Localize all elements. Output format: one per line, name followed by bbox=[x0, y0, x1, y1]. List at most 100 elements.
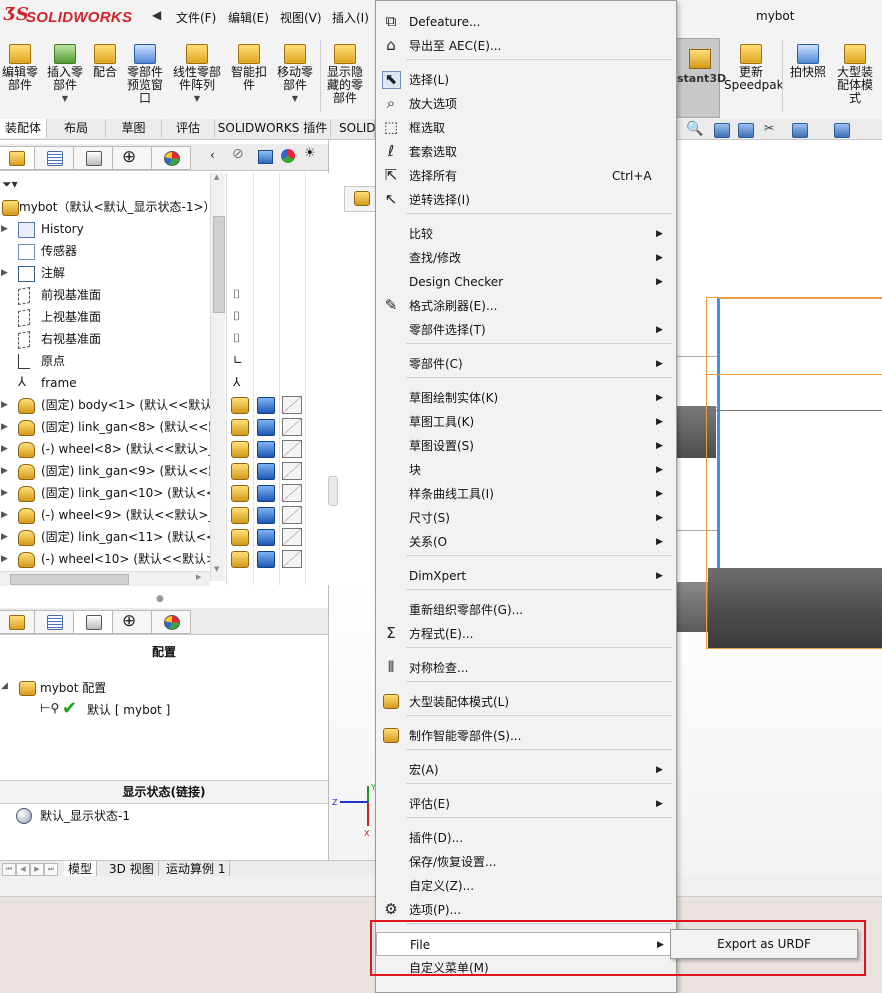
menu-item[interactable]: 关系(O ▶ bbox=[376, 530, 676, 554]
display-mode-icon[interactable] bbox=[257, 397, 275, 414]
menu-item[interactable]: ⌕ 放大选项 bbox=[376, 92, 676, 116]
menu-item[interactable]: File ▶ bbox=[376, 932, 676, 956]
menu-item[interactable]: 插件(D)... bbox=[376, 826, 676, 850]
menu-item[interactable]: 自定义(Z)... bbox=[376, 874, 676, 898]
tab-featuremanager[interactable] bbox=[0, 610, 36, 634]
hide-show-toggle-icon[interactable] bbox=[231, 441, 249, 458]
menu-edit[interactable]: 编辑(E) bbox=[228, 9, 269, 26]
tab-evaluate[interactable]: 评估 bbox=[162, 119, 215, 138]
expand-arrow-icon[interactable]: ▶ bbox=[1, 504, 8, 526]
hide-show-toggle-icon[interactable] bbox=[231, 419, 249, 436]
appearance-cube-icon[interactable] bbox=[258, 150, 273, 164]
origin-icon[interactable]: ∟ bbox=[233, 353, 243, 367]
hide-show-toggle-icon[interactable] bbox=[231, 551, 249, 568]
solidworks-logo[interactable]: ƷS SOLIDWORKS bbox=[4, 4, 146, 30]
show-hidden-components-button[interactable]: 显示隐 藏的零 部件 bbox=[323, 34, 367, 105]
scroll-right-icon[interactable]: ▶ bbox=[196, 573, 201, 581]
previous-view-icon[interactable] bbox=[714, 123, 730, 138]
expand-arrow-icon[interactable]: ▶ bbox=[1, 438, 8, 460]
transparency-icon[interactable] bbox=[282, 396, 302, 414]
menu-item[interactable]: 草图工具(K) ▶ bbox=[376, 410, 676, 434]
tree-item[interactable]: ▶ 注解 bbox=[0, 262, 210, 284]
chevron-left-icon[interactable]: ‹ bbox=[210, 148, 215, 162]
appearance-sphere-icon[interactable] bbox=[281, 149, 295, 163]
menu-expand-arrow-icon[interactable]: ◀ bbox=[152, 8, 161, 22]
menu-item[interactable]: ⇱ 选择所有 Ctrl+A bbox=[376, 164, 676, 188]
menu-item[interactable]: 零部件(C) ▶ bbox=[376, 352, 676, 376]
display-mode-icon[interactable] bbox=[257, 507, 275, 524]
expand-arrow-icon[interactable]: ▶ bbox=[1, 548, 8, 570]
tree-item[interactable]: ▶ (-) wheel<10> (默认<<默认>_ bbox=[0, 548, 210, 570]
tab-sketch[interactable]: 草图 bbox=[106, 119, 162, 138]
large-assembly-mode-button[interactable]: 大型装 配体模 式 bbox=[834, 34, 876, 105]
tree-item[interactable]: 原点 bbox=[0, 350, 210, 372]
display-mode-icon[interactable] bbox=[257, 463, 275, 480]
tree-item[interactable]: 前视基准面 bbox=[0, 284, 210, 306]
menu-item[interactable]: ⬉ 选择(L) bbox=[376, 68, 676, 92]
transparency-icon[interactable] bbox=[282, 484, 302, 502]
tree-item[interactable]: ▶ (固定) link_gan<11> (默认<<默 bbox=[0, 526, 210, 548]
menu-item[interactable]: 保存/恢复设置... bbox=[376, 850, 676, 874]
menu-item[interactable]: ⚙ 选项(P)... bbox=[376, 898, 676, 922]
view-orientation-icon[interactable] bbox=[792, 123, 808, 138]
tab-3d-view[interactable]: 3D 视图 bbox=[105, 861, 159, 877]
export-as-urdf-item[interactable]: Export as URDF bbox=[673, 932, 855, 956]
display-mode-icon[interactable] bbox=[257, 529, 275, 546]
scrollbar-thumb[interactable] bbox=[10, 574, 129, 585]
menu-item[interactable]: 样条曲线工具(I) ▶ bbox=[376, 482, 676, 506]
menu-file[interactable]: 文件(F) bbox=[176, 9, 216, 26]
tree-item[interactable]: ▶ History bbox=[0, 218, 210, 240]
menu-item[interactable]: ⌂ 导出至 AEC(E)... bbox=[376, 34, 676, 58]
transparency-icon[interactable] bbox=[282, 506, 302, 524]
section-view-icon[interactable] bbox=[738, 123, 754, 138]
tab-configurationmanager[interactable] bbox=[73, 610, 113, 634]
scene-icon[interactable]: ☀ bbox=[304, 146, 316, 161]
component-preview-button[interactable]: 零部件 预览窗 口 bbox=[124, 34, 166, 105]
tree-item[interactable]: 上视基准面 bbox=[0, 306, 210, 328]
menu-item[interactable]: ℓ 套索选取 bbox=[376, 140, 676, 164]
edit-component-button[interactable]: 编辑零 部件 bbox=[0, 34, 40, 92]
tab-model[interactable]: 模型 bbox=[64, 861, 98, 877]
tree-item[interactable]: ▶ (固定) link_gan<10> (默认<<默 bbox=[0, 482, 210, 504]
menu-item[interactable]: 零部件选择(T) ▶ bbox=[376, 318, 676, 342]
display-mode-icon[interactable] bbox=[257, 441, 275, 458]
hide-show-toggle-icon[interactable] bbox=[231, 397, 249, 414]
zoom-area-icon[interactable]: 🔍 bbox=[686, 121, 703, 137]
menu-item[interactable]: 大型装配体模式(L) bbox=[376, 690, 676, 714]
tree-item[interactable]: ▶ (-) wheel<9> (默认<<默认>_显 bbox=[0, 504, 210, 526]
hide-show-toggle-icon[interactable] bbox=[231, 507, 249, 524]
menu-item[interactable]: 比较 ▶ bbox=[376, 222, 676, 246]
hide-show-toggle-icon[interactable] bbox=[231, 463, 249, 480]
display-mode-icon[interactable] bbox=[257, 485, 275, 502]
next-tab-icon[interactable]: ▶ bbox=[30, 863, 44, 876]
hide-show-toggle-icon[interactable] bbox=[231, 485, 249, 502]
tab-configurationmanager[interactable] bbox=[73, 146, 113, 170]
menu-view[interactable]: 视图(V) bbox=[280, 9, 322, 26]
expand-arrow-icon[interactable]: ▶ bbox=[1, 218, 8, 240]
menu-item[interactable]: ↖ 逆转选择(I) bbox=[376, 188, 676, 212]
chevron-down-icon[interactable]: ▼ bbox=[273, 92, 317, 105]
smart-fastener-button[interactable]: 智能扣 件 bbox=[228, 34, 270, 92]
transparency-icon[interactable] bbox=[282, 550, 302, 568]
prev-tab-icon[interactable]: ◀ bbox=[16, 863, 30, 876]
menu-item[interactable]: 草图设置(S) ▶ bbox=[376, 434, 676, 458]
menu-item[interactable]: DimXpert ▶ bbox=[376, 564, 676, 588]
menu-item[interactable]: ⫴ 对称检查... bbox=[376, 656, 676, 680]
menu-item[interactable]: 制作智能零部件(S)... bbox=[376, 724, 676, 748]
menu-item[interactable]: ✎ 格式涂刷器(E)... bbox=[376, 294, 676, 318]
dynamic-annotation-icon[interactable]: ✂ bbox=[764, 121, 778, 135]
scroll-up-icon[interactable]: ▲ bbox=[214, 173, 219, 181]
last-tab-icon[interactable]: ⏭ bbox=[44, 863, 58, 876]
chevron-down-icon[interactable]: ▼ bbox=[170, 92, 224, 105]
expand-arrow-icon[interactable]: ▶ bbox=[1, 262, 8, 284]
display-mode-icon[interactable] bbox=[257, 551, 275, 568]
expand-arrow-icon[interactable]: ▶ bbox=[1, 394, 8, 416]
collapse-arrow-icon[interactable]: ◢ bbox=[1, 681, 8, 691]
tab-featuremanager[interactable] bbox=[0, 146, 36, 170]
tab-motion-study[interactable]: 运动算例 1 bbox=[162, 861, 231, 877]
tree-item[interactable]: ▶ (固定) body<1> (默认<<默认 bbox=[0, 394, 210, 416]
menu-item[interactable]: 宏(A) ▶ bbox=[376, 758, 676, 782]
insert-component-button[interactable]: 插入零 部件 ▼ bbox=[43, 34, 87, 105]
tab-dimxpertmanager[interactable] bbox=[112, 610, 152, 634]
plane-icon[interactable]: ⌷ bbox=[233, 309, 240, 324]
